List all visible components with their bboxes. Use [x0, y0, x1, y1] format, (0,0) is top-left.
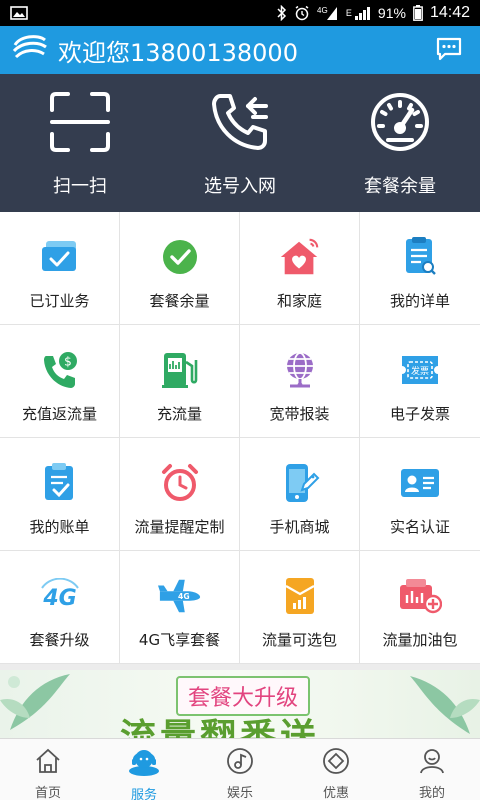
service-family[interactable]: 和家庭	[240, 212, 360, 325]
service-label: 我的账单	[29, 518, 90, 536]
service-mobile-shop[interactable]: 手机商城	[240, 438, 360, 551]
tab-entertainment[interactable]: 娱乐	[192, 739, 288, 800]
tab-mine[interactable]: 我的	[384, 739, 480, 800]
service-label: 流量提醒定制	[134, 518, 225, 536]
tab-label: 首页	[34, 786, 61, 800]
service-label: 流量加油包	[382, 631, 458, 649]
gallery-notification-icon	[10, 6, 28, 20]
banner-headline: 流量翻番送	[120, 717, 321, 738]
mobile-shop-icon	[278, 462, 322, 504]
quick-action-scan[interactable]: 扫一扫	[0, 74, 160, 212]
tab-label: 服务	[130, 788, 157, 800]
status-bar: 4G E 91% 14:42	[0, 0, 480, 26]
quick-action-plan-balance[interactable]: 套餐余量	[320, 74, 480, 212]
alarm-icon	[294, 5, 310, 21]
service-label: 宽带报装	[269, 405, 330, 423]
service-label: 已订业务	[29, 292, 90, 310]
bill-detail-icon	[398, 236, 442, 278]
globe-icon	[278, 349, 322, 391]
welcome-title: 欢迎您13800138000	[58, 38, 298, 67]
promo-banner[interactable]: 套餐大升级 流量翻番送	[0, 670, 480, 738]
tab-label: 我的	[418, 786, 445, 800]
fuel-pump-icon	[158, 349, 202, 391]
network-type: E	[345, 8, 352, 18]
service-grid: 已订业务 套餐余量 和家庭 我的详单 $ 充值返流量 充流量 宽带报装 发票 电…	[0, 212, 480, 664]
service-subscribed[interactable]: 已订业务	[0, 212, 120, 325]
alarm-clock-icon	[158, 462, 202, 504]
svg-text:4G: 4G	[178, 592, 190, 601]
bottom-tab-bar: 首页 服务 娱乐 优惠 我的	[0, 738, 480, 800]
service-my-details[interactable]: 我的详单	[360, 212, 480, 325]
phone-money-icon: $	[38, 349, 82, 391]
scan-icon	[48, 90, 112, 158]
invoice-icon: 发票	[398, 349, 442, 391]
music-icon	[226, 747, 254, 779]
service-icon	[127, 747, 161, 781]
quick-actions-bar: 扫一扫 选号入网 套餐余量	[0, 74, 480, 212]
user-icon	[418, 747, 446, 779]
svg-text:4G: 4G	[317, 6, 328, 15]
bluetooth-icon	[277, 5, 287, 21]
service-label: 电子发票	[389, 405, 450, 423]
speedometer-icon	[368, 90, 432, 158]
service-label: 手机商城	[269, 518, 330, 536]
svg-text:发票: 发票	[411, 365, 429, 377]
airplane-icon: 4G	[157, 575, 202, 617]
svg-text:4G: 4G	[42, 586, 76, 611]
leaf-decoration-right-icon	[390, 670, 480, 738]
service-label: 流量可选包	[261, 631, 337, 649]
4g-signal-icon: 4G	[317, 5, 339, 21]
id-card-icon	[398, 462, 442, 504]
quick-action-label: 选号入网	[204, 176, 276, 197]
tab-service[interactable]: 服务	[96, 739, 192, 800]
phone-incoming-icon	[208, 90, 272, 158]
service-broadband[interactable]: 宽带报装	[240, 325, 360, 438]
service-label: 充值返流量	[21, 405, 97, 423]
service-label: 套餐余量	[149, 292, 210, 310]
discount-icon	[322, 747, 350, 779]
home-icon	[34, 747, 62, 779]
quick-action-label: 扫一扫	[53, 176, 107, 197]
service-recharge-bonus[interactable]: $ 充值返流量	[0, 325, 120, 438]
service-label: 4G飞享套餐	[138, 631, 221, 649]
service-data-reminder[interactable]: 流量提醒定制	[120, 438, 240, 551]
cell-signal-icon	[354, 6, 371, 20]
service-real-name-auth[interactable]: 实名认证	[360, 438, 480, 551]
service-label: 我的详单	[389, 292, 450, 310]
tab-discount[interactable]: 优惠	[288, 739, 384, 800]
tab-label: 优惠	[322, 786, 349, 800]
quick-action-label: 套餐余量	[364, 176, 436, 197]
service-data-boost-pack[interactable]: 流量加油包	[360, 551, 480, 664]
svg-text:$: $	[64, 355, 72, 369]
account-bill-icon	[38, 462, 82, 504]
service-optional-data-pack[interactable]: 流量可选包	[240, 551, 360, 664]
quick-action-select-number[interactable]: 选号入网	[160, 74, 320, 212]
data-boost-icon	[398, 575, 442, 617]
home-heart-icon	[278, 236, 322, 278]
battery-icon	[413, 5, 423, 21]
check-circle-icon	[158, 236, 202, 278]
message-icon[interactable]	[436, 37, 462, 65]
service-label: 充流量	[156, 405, 202, 423]
4g-icon: 4G	[38, 575, 82, 617]
service-label: 实名认证	[389, 518, 450, 536]
battery-percent: 91%	[377, 5, 406, 21]
service-plan-upgrade[interactable]: 4G 套餐升级	[0, 551, 120, 664]
tab-home[interactable]: 首页	[0, 739, 96, 800]
service-4g-flying-plan[interactable]: 4G 4G飞享套餐	[120, 551, 240, 664]
service-label: 套餐升级	[29, 631, 90, 649]
subscribed-icon	[38, 236, 82, 278]
leaf-decoration-left-icon	[0, 670, 90, 738]
service-e-invoice[interactable]: 发票 电子发票	[360, 325, 480, 438]
service-plan-balance[interactable]: 套餐余量	[120, 212, 240, 325]
clock: 14:42	[429, 4, 470, 21]
service-my-bill[interactable]: 我的账单	[0, 438, 120, 551]
tab-label: 娱乐	[226, 786, 253, 800]
data-package-icon	[278, 575, 322, 617]
service-add-data[interactable]: 充流量	[120, 325, 240, 438]
china-mobile-logo-icon	[12, 33, 48, 67]
service-label: 和家庭	[276, 292, 322, 310]
app-header: 欢迎您13800138000	[0, 26, 480, 74]
